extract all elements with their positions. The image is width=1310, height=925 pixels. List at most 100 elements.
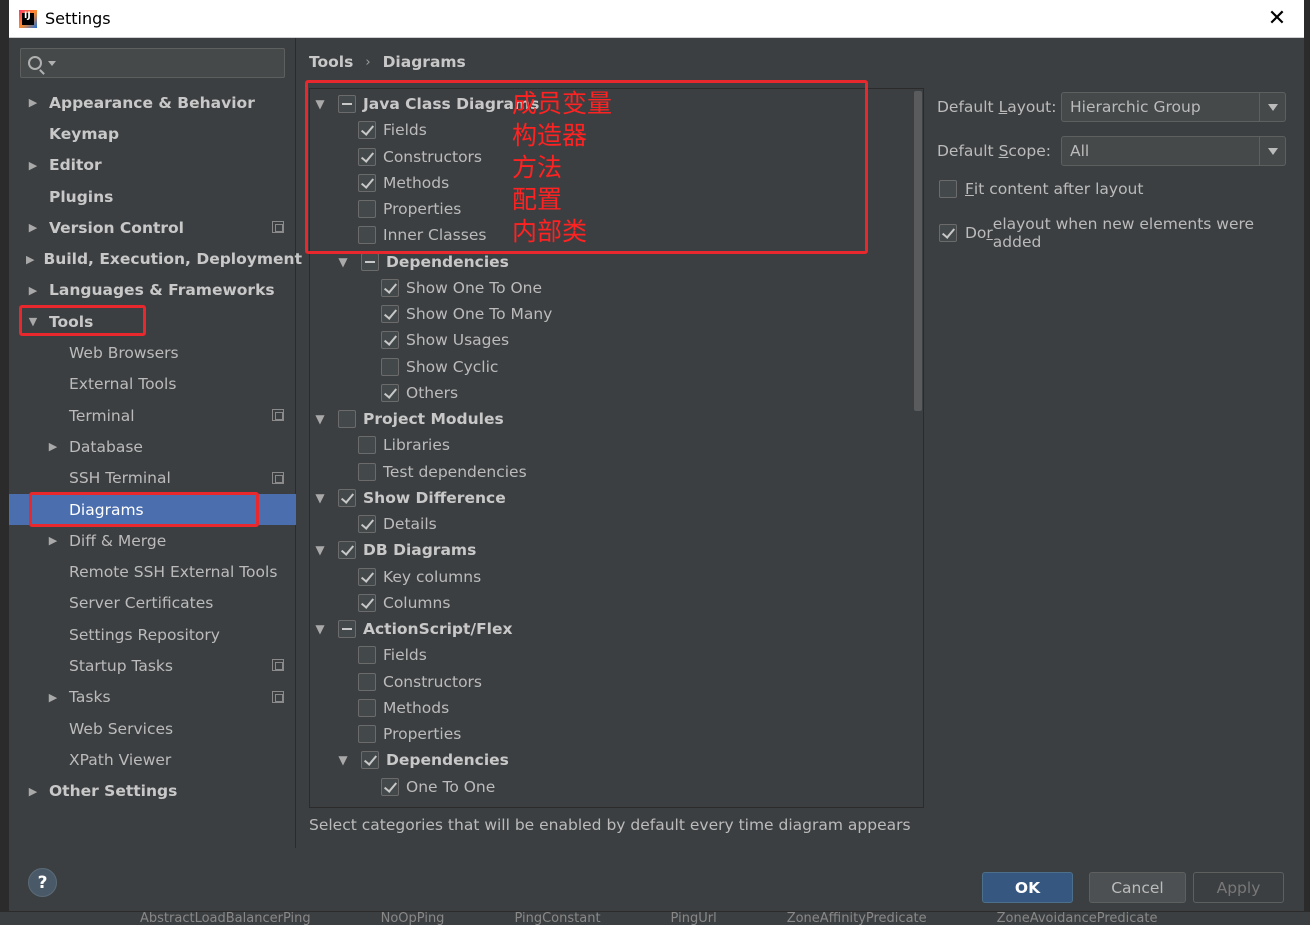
category-columns[interactable]: Columns (358, 591, 450, 615)
relayout-option[interactable]: Do r elayout when new elements were added (939, 215, 1304, 251)
category-libraries[interactable]: Libraries (358, 433, 450, 457)
category-as-properties[interactable]: Properties (358, 722, 461, 746)
category-checkbox[interactable] (361, 253, 379, 271)
category-checkbox[interactable] (358, 515, 376, 533)
sidebar-item-web-browsers[interactable]: Web Browsers (9, 337, 296, 368)
sidebar-item-terminal[interactable]: Terminal (9, 400, 296, 431)
cancel-button[interactable]: Cancel (1089, 872, 1186, 903)
category-checkbox[interactable] (358, 568, 376, 586)
category-checkbox[interactable] (358, 594, 376, 612)
sidebar-item-other-settings[interactable]: Other Settings (9, 776, 296, 807)
category-others[interactable]: Others (381, 381, 458, 405)
ok-button[interactable]: OK (982, 872, 1073, 903)
category-project-modules[interactable]: ▼ Project Modules (314, 407, 504, 431)
category-checkbox[interactable] (338, 541, 356, 559)
expand-arrow-icon[interactable] (46, 440, 60, 453)
sidebar-item-external-tools[interactable]: External Tools (9, 369, 296, 400)
sidebar-item-startup-tasks[interactable]: Startup Tasks (9, 650, 296, 681)
category-checkbox[interactable] (358, 436, 376, 454)
category-show-usages[interactable]: Show Usages (381, 328, 509, 352)
sidebar-item-settings-repository[interactable]: Settings Repository (9, 619, 296, 650)
collapse-arrow-icon[interactable]: ▼ (314, 97, 326, 111)
sidebar-item-ssh-terminal[interactable]: SSH Terminal (9, 463, 296, 494)
editor-tab[interactable]: ZoneAvoidancePredicate (997, 911, 1158, 925)
help-button[interactable]: ? (28, 868, 57, 897)
expand-arrow-icon[interactable] (46, 534, 60, 547)
relayout-checkbox[interactable] (939, 224, 957, 242)
sidebar-item-database[interactable]: Database (9, 431, 296, 462)
category-test-dependencies[interactable]: Test dependencies (358, 460, 527, 484)
expand-arrow-icon[interactable] (26, 96, 40, 109)
category-as-dependencies[interactable]: ▼ Dependencies (337, 748, 509, 772)
expand-arrow-icon[interactable] (26, 253, 34, 266)
category-details[interactable]: Details (358, 512, 437, 536)
apply-button[interactable]: Apply (1193, 872, 1284, 903)
category-checkbox[interactable] (381, 331, 399, 349)
category-checkbox[interactable] (338, 489, 356, 507)
sidebar-item-appearance-behavior[interactable]: Appearance & Behavior (9, 87, 296, 118)
sidebar-item-build-execution-deployment[interactable]: Build, Execution, Deployment (9, 243, 302, 274)
close-icon[interactable]: ✕ (1264, 6, 1290, 32)
sidebar-item-editor[interactable]: Editor (9, 150, 296, 181)
chevron-down-icon[interactable] (1259, 93, 1285, 121)
category-checkbox[interactable] (338, 95, 356, 113)
category-dependencies[interactable]: ▼ Dependencies (337, 250, 509, 274)
category-checkbox[interactable] (361, 751, 379, 769)
category-key-columns[interactable]: Key columns (358, 565, 481, 589)
expand-arrow-icon[interactable] (26, 785, 40, 798)
expand-arrow-icon[interactable] (26, 221, 40, 234)
sidebar-item-xpath-viewer[interactable]: XPath Viewer (9, 744, 296, 775)
expand-arrow-icon[interactable] (46, 691, 60, 704)
category-methods[interactable]: Methods (358, 171, 449, 195)
expand-arrow-icon[interactable] (26, 159, 40, 172)
category-checkbox[interactable] (381, 778, 399, 796)
category-as-one-to-one[interactable]: One To One (381, 775, 495, 799)
collapse-arrow-icon[interactable]: ▼ (314, 543, 326, 557)
category-show-cyclic[interactable]: Show Cyclic (381, 355, 498, 379)
category-actionscript-flex[interactable]: ▼ ActionScript/Flex (314, 617, 512, 641)
breadcrumb-parent[interactable]: Tools (309, 53, 353, 71)
category-java-class-diagrams[interactable]: ▼ Java Class Diagrams (314, 92, 539, 116)
category-checkbox[interactable] (381, 358, 399, 376)
search-input[interactable] (62, 55, 262, 71)
category-show-difference[interactable]: ▼ Show Difference (314, 486, 506, 510)
sidebar-item-version-control[interactable]: Version Control (9, 212, 296, 243)
category-properties[interactable]: Properties (358, 197, 461, 221)
sidebar-item-tasks[interactable]: Tasks (9, 682, 296, 713)
category-checkbox[interactable] (381, 279, 399, 297)
scrollbar-thumb[interactable] (914, 91, 922, 411)
category-as-constructors[interactable]: Constructors (358, 670, 482, 694)
category-checkbox[interactable] (381, 384, 399, 402)
sidebar-item-web-services[interactable]: Web Services (9, 713, 296, 744)
sidebar-item-remote-ssh-external-tools[interactable]: Remote SSH External Tools (9, 556, 296, 587)
collapse-arrow-icon[interactable]: ▼ (337, 255, 349, 269)
sidebar-item-diagrams[interactable]: Diagrams (9, 493, 296, 526)
category-checkbox[interactable] (358, 200, 376, 218)
category-checkbox[interactable] (381, 305, 399, 323)
category-checkbox[interactable] (358, 646, 376, 664)
fit-content-checkbox[interactable] (939, 180, 957, 198)
category-as-fields[interactable]: Fields (358, 643, 427, 667)
default-scope-select[interactable]: All (1061, 136, 1286, 166)
collapse-arrow-icon[interactable]: ▼ (314, 491, 326, 505)
collapse-arrow-icon[interactable] (26, 315, 40, 328)
category-checkbox[interactable] (338, 620, 356, 638)
category-as-methods[interactable]: Methods (358, 696, 449, 720)
category-checkbox[interactable] (338, 410, 356, 428)
category-checkbox[interactable] (358, 463, 376, 481)
category-show-one-to-one[interactable]: Show One To One (381, 276, 542, 300)
editor-tab[interactable]: ZoneAffinityPredicate (787, 911, 927, 925)
category-checkbox[interactable] (358, 226, 376, 244)
chevron-down-icon[interactable] (1259, 137, 1285, 165)
category-checkbox[interactable] (358, 673, 376, 691)
editor-tab[interactable]: AbstractLoadBalancerPing (140, 911, 311, 925)
sidebar-item-diff-merge[interactable]: Diff & Merge (9, 525, 296, 556)
expand-arrow-icon[interactable] (26, 284, 40, 297)
sidebar-item-keymap[interactable]: Keymap (9, 118, 296, 149)
sidebar-item-server-certificates[interactable]: Server Certificates (9, 588, 296, 619)
editor-tab[interactable]: PingUrl (671, 911, 717, 925)
category-fields[interactable]: Fields (358, 118, 427, 142)
category-inner-classes[interactable]: Inner Classes (358, 223, 486, 247)
default-layout-select[interactable]: Hierarchic Group (1061, 92, 1286, 122)
category-show-one-to-many[interactable]: Show One To Many (381, 302, 552, 326)
